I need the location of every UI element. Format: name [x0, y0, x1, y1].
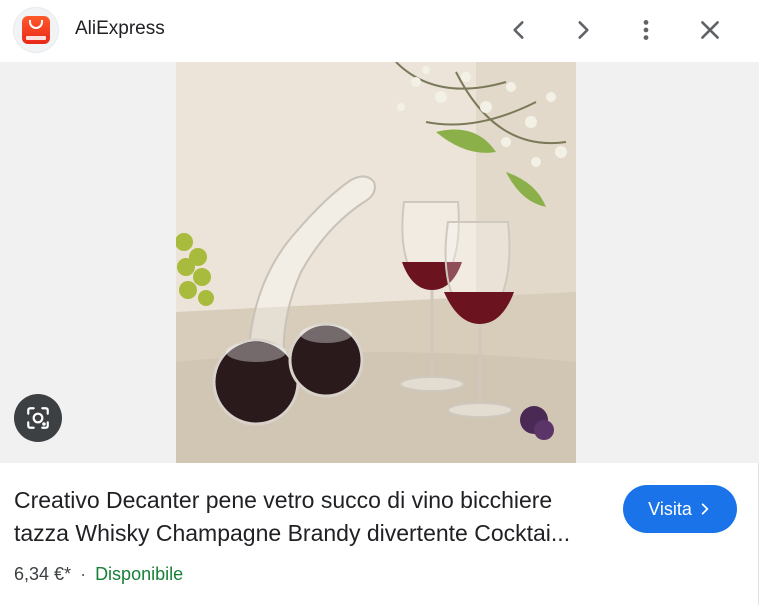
more-vert-icon [643, 20, 649, 40]
site-name[interactable]: AliExpress [75, 18, 165, 40]
visit-button[interactable]: Visita [623, 485, 737, 533]
previous-button[interactable] [497, 8, 541, 52]
chevron-right-icon [578, 21, 589, 39]
next-button[interactable] [561, 8, 605, 52]
google-lens-button[interactable] [14, 394, 62, 442]
product-preview-panel: AliExpress Creativo Decanter pene vetro … [0, 0, 759, 605]
availability-status: Disponibile [95, 564, 184, 584]
google-lens-icon [27, 407, 49, 429]
product-meta: 6,34 €* · Disponibile [14, 564, 183, 585]
product-photo-illustration [176, 62, 576, 463]
chevron-right-icon [701, 503, 709, 515]
product-price: 6,34 €* [14, 564, 72, 584]
product-title-line-2: tazza Whisky Champagne Brandy divertente… [14, 520, 571, 546]
product-image[interactable] [176, 62, 576, 463]
panel-header: AliExpress [0, 0, 759, 62]
meta-separator: · [80, 564, 87, 584]
close-icon [701, 21, 719, 39]
site-favicon[interactable] [13, 7, 59, 53]
image-area [0, 62, 759, 463]
product-title-line-1: Creativo Decanter pene vetro succo di vi… [14, 487, 553, 513]
more-options-button[interactable] [624, 8, 668, 52]
close-button[interactable] [688, 8, 732, 52]
aliexpress-logo-icon [22, 16, 50, 44]
chevron-left-icon [513, 21, 524, 39]
visit-button-label: Visita [648, 498, 692, 519]
product-title[interactable]: Creativo Decanter pene vetro succo di vi… [14, 484, 609, 550]
